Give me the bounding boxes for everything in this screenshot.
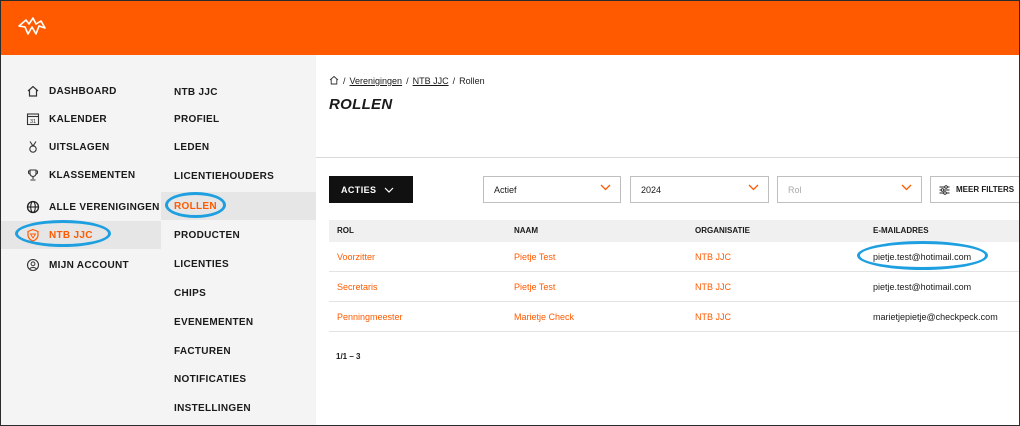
cell-email: marietjepietje@checkpeck.com <box>873 312 998 322</box>
sidebar-item-label: UITSLAGEN <box>49 141 110 153</box>
subnav-item-label: PRODUCTEN <box>174 229 241 241</box>
more-filters-button[interactable]: MEER FILTERS <box>930 176 1019 203</box>
cell-rol: Penningmeester <box>337 312 403 322</box>
subnav-item-label: FACTUREN <box>174 345 231 357</box>
subnav-item-licenties[interactable]: LICENTIES <box>161 250 316 278</box>
sidebar-item-label: MIJN ACCOUNT <box>49 259 129 271</box>
filter-sliders-icon <box>939 184 950 195</box>
year-filter-select[interactable]: 2024 <box>630 176 769 203</box>
sidebar-item-alle-verenigingen[interactable]: ALLE VERENIGINGEN <box>1 193 161 221</box>
sidebar-item-uitslagen[interactable]: UITSLAGEN <box>1 133 161 161</box>
subnav-item-chips[interactable]: CHIPS <box>161 279 316 307</box>
breadcrumb-current: Rollen <box>459 76 485 86</box>
page-title: ROLLEN <box>329 96 393 113</box>
sidebar-item-label: KLASSEMENTEN <box>49 169 136 181</box>
subnav-item-label: INSTELLINGEN <box>174 402 251 414</box>
top-bar <box>1 1 1019 55</box>
role-filter-placeholder: Rol <box>788 184 802 195</box>
subnav-item-evenementen[interactable]: EVENEMENTEN <box>161 308 316 336</box>
subnav-item-notificaties[interactable]: NOTIFICATIES <box>161 365 316 393</box>
app-window: DASHBOARD 31 KALENDER UITSLAGEN KLASSEME… <box>0 0 1020 426</box>
primary-sidebar: DASHBOARD 31 KALENDER UITSLAGEN KLASSEME… <box>1 55 161 425</box>
column-header-rol[interactable]: ROL <box>337 226 354 235</box>
more-filters-label: MEER FILTERS <box>956 185 1015 194</box>
subnav-item-label: EVENEMENTEN <box>174 316 254 328</box>
breadcrumb-separator: / <box>343 76 346 86</box>
breadcrumb-link-ntb-jjc[interactable]: NTB JJC <box>413 76 449 86</box>
sidebar-item-dashboard[interactable]: DASHBOARD <box>1 77 161 105</box>
sidebar-item-kalender[interactable]: 31 KALENDER <box>1 105 161 133</box>
actions-button-label: ACTIES <box>341 184 377 195</box>
subnav-item-label: CHIPS <box>174 287 207 299</box>
sidebar-item-klassementen[interactable]: KLASSEMENTEN <box>1 161 161 189</box>
pagination-label: 1/1 – 3 <box>336 352 361 361</box>
subnav-item-label: LEDEN <box>174 141 210 153</box>
sidebar-item-label: KALENDER <box>49 113 107 125</box>
breadcrumb-link-verenigingen[interactable]: Verenigingen <box>350 76 403 86</box>
subnav-item-instellingen[interactable]: INSTELLINGEN <box>161 394 316 422</box>
cell-organisatie: NTB JJC <box>695 312 731 322</box>
subnav-item-facturen[interactable]: FACTUREN <box>161 337 316 365</box>
subnav-item-label: LICENTIES <box>174 258 229 270</box>
sidebar-item-ntb-jjc[interactable]: NTB JJC <box>1 221 161 249</box>
subnav-item-label: LICENTIEHOUDERS <box>174 170 275 182</box>
table-row[interactable]: Penningmeester Marietje Check NTB JJC ma… <box>329 302 1019 332</box>
sidebar-item-label: ALLE VERENIGINGEN <box>49 201 160 213</box>
divider <box>316 157 1019 158</box>
actions-button[interactable]: ACTIES <box>329 176 413 203</box>
column-header-email[interactable]: E-MAILADRES <box>873 226 929 235</box>
trophy-icon <box>25 167 41 183</box>
cell-rol: Voorzitter <box>337 252 376 262</box>
main-content: / Verenigingen / NTB JJC / Rollen ROLLEN… <box>316 55 1019 425</box>
breadcrumb-separator: / <box>452 76 456 86</box>
user-icon <box>25 257 41 273</box>
breadcrumb-separator: / <box>406 76 409 86</box>
role-filter-select[interactable]: Rol <box>777 176 922 203</box>
subnav-item-leden[interactable]: LEDEN <box>161 133 316 161</box>
cell-email: pietje.test@hotimail.com <box>873 282 972 292</box>
medal-icon <box>25 139 41 155</box>
chevron-down-icon <box>600 184 611 191</box>
table-row[interactable]: Secretaris Pietje Test NTB JJC pietje.te… <box>329 272 1019 302</box>
subnav-item-producten[interactable]: PRODUCTEN <box>161 221 316 249</box>
cell-naam: Pietje Test <box>514 252 556 262</box>
table-header: ROL NAAM ORGANISATIE E-MAILADRES <box>329 220 1019 242</box>
globe-icon <box>25 199 41 215</box>
status-filter-select[interactable]: Actief <box>483 176 621 203</box>
calendar-icon-number: 31 <box>30 119 36 125</box>
column-header-naam[interactable]: NAAM <box>514 226 538 235</box>
organisation-subnav: NTB JJC PROFIEL LEDEN LICENTIEHOUDERS RO… <box>161 55 316 425</box>
subnav-item-label: NTB JJC <box>174 86 218 98</box>
chevron-down-icon <box>384 187 394 193</box>
chevron-down-icon <box>901 184 912 191</box>
chevron-down-icon <box>748 184 759 191</box>
subnav-item-licentiehouders[interactable]: LICENTIEHOUDERS <box>161 162 316 190</box>
subnav-item-label: ROLLEN <box>174 200 217 212</box>
cell-naam: Pietje Test <box>514 282 556 292</box>
status-filter-value: Actief <box>494 184 517 195</box>
subnav-item-label: NOTIFICATIES <box>174 373 247 385</box>
subnav-item-rollen[interactable]: ROLLEN <box>161 192 316 220</box>
column-header-organisatie[interactable]: ORGANISATIE <box>695 226 750 235</box>
cell-organisatie: NTB JJC <box>695 252 731 262</box>
subnav-item-profiel[interactable]: PROFIEL <box>161 105 316 133</box>
sidebar-item-mijn-account[interactable]: MIJN ACCOUNT <box>1 251 161 279</box>
subnav-item-label: PROFIEL <box>174 113 220 125</box>
calendar-icon: 31 <box>25 111 41 127</box>
logo-icon[interactable] <box>17 16 47 38</box>
home-icon <box>25 83 41 99</box>
sidebar-item-label: DASHBOARD <box>49 85 117 97</box>
cell-rol: Secretaris <box>337 282 378 292</box>
cell-email: pietje.test@hotimail.com <box>873 252 972 262</box>
sidebar-item-label: NTB JJC <box>49 229 93 241</box>
subnav-item-ntb-jjc[interactable]: NTB JJC <box>161 78 316 106</box>
cell-naam: Marietje Check <box>514 312 575 322</box>
home-icon[interactable] <box>329 75 339 87</box>
year-filter-value: 2024 <box>641 184 662 195</box>
table-row[interactable]: Voorzitter Pietje Test NTB JJC pietje.te… <box>329 242 1019 272</box>
breadcrumb: / Verenigingen / NTB JJC / Rollen <box>329 75 485 87</box>
cell-organisatie: NTB JJC <box>695 282 731 292</box>
shield-icon <box>25 227 41 243</box>
